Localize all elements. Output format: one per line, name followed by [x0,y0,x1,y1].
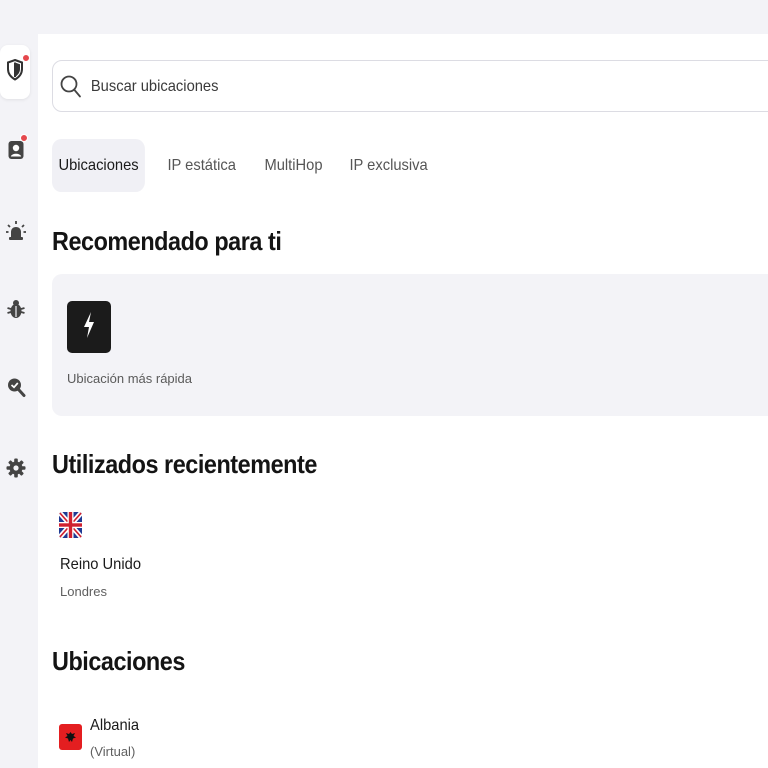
uk-flag-icon [59,512,82,538]
alert-light-icon [5,220,27,247]
location-tabs: Ubicaciones IP estática MultiHop IP excl… [52,139,450,192]
sidebar-item-alerts[interactable] [2,219,30,247]
recommended-card: Ubicación más rápida [52,274,768,416]
notification-badge [22,54,30,62]
location-note: (Virtual) [90,744,136,759]
user-icon [7,139,25,166]
sidebar-item-threat-protection[interactable] [2,297,30,325]
sidebar-item-account[interactable] [2,134,30,166]
sidebar-item-dark-web-monitor[interactable] [2,375,30,403]
tab-static-ip[interactable]: IP estática [161,139,242,192]
search-input[interactable] [89,61,645,112]
recent-city: Londres [60,584,107,599]
tab-dedicated-ip[interactable]: IP exclusiva [343,139,434,192]
sidebar-item-protection[interactable] [0,45,30,99]
recent-title: Utilizados recientemente [52,449,317,479]
main-panel: Ubicaciones IP estática MultiHop IP excl… [38,34,768,768]
search-icon [59,74,83,105]
fastest-location-button[interactable] [67,301,111,353]
recent-country: Reino Unido [60,556,142,573]
sidebar-item-settings[interactable] [2,456,30,484]
bug-icon [6,298,26,325]
sidebar [0,0,36,768]
tab-multihop[interactable]: MultiHop [258,139,329,192]
bolt-icon [81,311,97,344]
shield-icon [6,58,24,86]
locations-title: Ubicaciones [52,646,185,676]
location-country: Albania [90,717,140,734]
search-check-icon [6,376,26,403]
albania-flag-icon [59,724,82,750]
tab-locations[interactable]: Ubicaciones [52,139,146,192]
notification-badge [20,134,28,142]
recommended-title: Recomendado para ti [52,226,282,256]
gear-icon [6,458,26,483]
fastest-location-label: Ubicación más rápida [67,371,193,386]
app-window: Ubicaciones IP estática MultiHop IP excl… [0,0,768,768]
search-bar[interactable] [52,60,768,112]
